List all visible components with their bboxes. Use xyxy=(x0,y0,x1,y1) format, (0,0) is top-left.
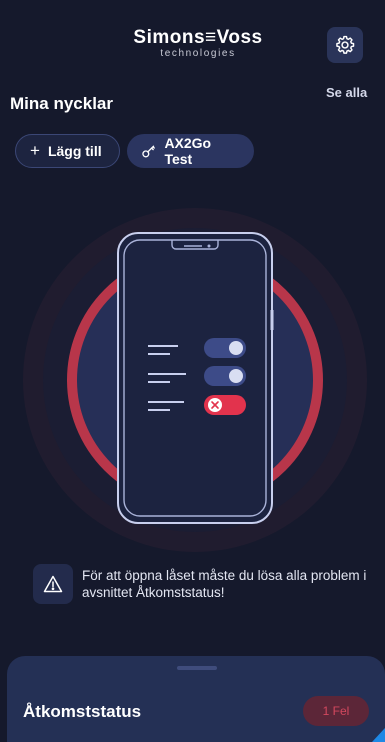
sheet-drag-handle[interactable] xyxy=(177,666,217,670)
brand-tagline: technologies xyxy=(160,48,236,59)
plus-icon: + xyxy=(30,141,40,160)
warning-message: För att öppna låset måste du lösa alla p… xyxy=(82,568,367,600)
phone-body xyxy=(117,232,273,524)
access-status-sheet[interactable]: Åtkomststatus 1 Fel xyxy=(7,656,385,742)
see-all-link[interactable]: Se alla xyxy=(326,85,367,100)
error-count-badge[interactable]: 1 Fel xyxy=(303,696,369,726)
brand-name: Simons≡Voss xyxy=(133,27,263,48)
brand-logo: Simons≡Voss technologies xyxy=(108,28,288,60)
warning-triangle-icon xyxy=(43,575,63,593)
phone-illustration-graphic xyxy=(23,208,367,552)
settings-button[interactable] xyxy=(327,27,363,63)
key-icon xyxy=(142,145,155,158)
add-key-label: Lägg till xyxy=(47,143,102,159)
app-header: Simons≡Voss technologies xyxy=(0,0,385,80)
toggle-knob xyxy=(229,341,243,355)
phone-camera xyxy=(207,244,211,248)
corner-triangle-icon xyxy=(372,728,385,742)
key-chip-label: AX2Go Test xyxy=(164,135,212,167)
page-title: Mina nycklar xyxy=(10,94,113,113)
toggle-knob xyxy=(229,369,243,383)
access-status-title: Åtkomststatus xyxy=(23,702,142,721)
key-chip-ax2go-test[interactable]: AX2Go Test xyxy=(127,134,254,168)
warning-icon-box xyxy=(33,564,73,604)
gear-icon xyxy=(336,35,355,54)
add-key-button[interactable]: + Lägg till xyxy=(15,134,120,168)
phone-illustration xyxy=(0,190,385,560)
